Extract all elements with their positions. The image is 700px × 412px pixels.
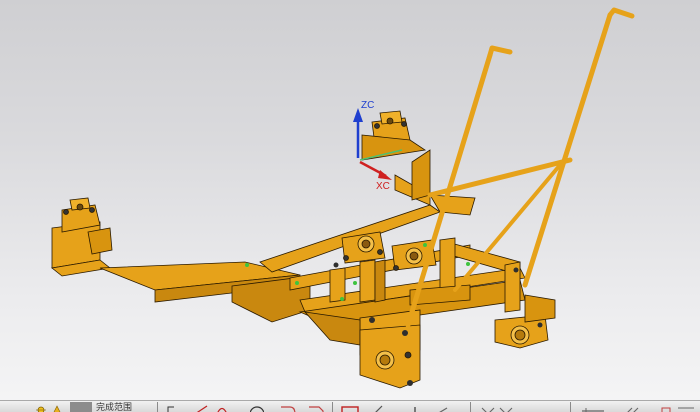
trim-icon[interactable] bbox=[372, 402, 384, 412]
chamfer-icon[interactable] bbox=[308, 402, 324, 412]
project-icon[interactable] bbox=[480, 402, 520, 412]
arc-icon[interactable] bbox=[216, 402, 228, 412]
z-axis-label: ZC bbox=[361, 100, 375, 111]
project-icon[interactable] bbox=[580, 402, 606, 412]
fillet-icon[interactable] bbox=[280, 402, 296, 412]
snap-point-icon[interactable] bbox=[52, 402, 62, 412]
project-icon[interactable] bbox=[658, 402, 698, 412]
x-axis-label: XC bbox=[376, 181, 390, 192]
mirror-icon[interactable] bbox=[436, 402, 448, 412]
project-icon[interactable] bbox=[624, 402, 644, 412]
rectangle-icon[interactable] bbox=[340, 402, 360, 412]
front-bottom-block[interactable] bbox=[359, 324, 421, 389]
snap-point-icon[interactable] bbox=[36, 402, 46, 412]
arrow-icon[interactable] bbox=[166, 402, 176, 412]
toolbar-separator bbox=[157, 402, 158, 412]
toolbar-separator bbox=[470, 402, 471, 412]
selection-filter-icon[interactable] bbox=[70, 402, 92, 412]
line-icon[interactable] bbox=[194, 402, 208, 412]
toolbar-separator bbox=[570, 402, 571, 412]
graphics-viewport[interactable]: ZC XC bbox=[0, 0, 700, 400]
selection-scope-dropdown[interactable]: 完成范围 bbox=[96, 402, 132, 412]
offset-icon[interactable] bbox=[410, 402, 420, 412]
bottom-toolbar: 完成范围 bbox=[0, 400, 700, 412]
cad-model-view[interactable] bbox=[0, 0, 700, 400]
circle-icon[interactable] bbox=[249, 402, 265, 412]
toolbar-separator bbox=[332, 402, 333, 412]
